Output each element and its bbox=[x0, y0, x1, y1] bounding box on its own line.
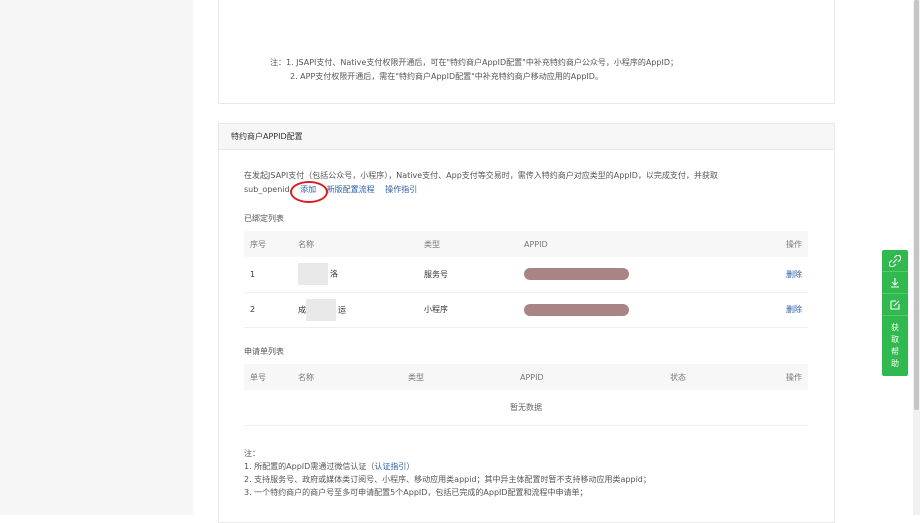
main-content: 注：1. JSAPI支付、Native支付权限开通后，可在"特约商户AppID配… bbox=[193, 0, 913, 523]
top-note: 注：1. JSAPI支付、Native支付权限开通后，可在"特约商户AppID配… bbox=[270, 56, 678, 84]
redacted-name bbox=[298, 263, 328, 286]
col-name: 名称 bbox=[298, 231, 424, 257]
vertical-scrollbar[interactable] bbox=[913, 0, 920, 515]
add-link[interactable]: 添加 bbox=[290, 181, 329, 203]
get-help-button[interactable]: 获 取 帮 助 bbox=[882, 316, 908, 376]
panel-description: 在发起JSAPI支付（包括公众号，小程序），Native支付、App支付等交易时… bbox=[244, 169, 804, 203]
col-type: 类型 bbox=[424, 231, 524, 257]
name-fragment: 洛 bbox=[330, 269, 338, 279]
col-type: 类型 bbox=[408, 364, 520, 390]
floating-toolbar: 获 取 帮 助 bbox=[882, 250, 908, 376]
help-char: 助 bbox=[891, 359, 899, 368]
help-char: 获 bbox=[891, 323, 899, 332]
description-line2: sub_openid 添加 新版配置流程 操作指引 bbox=[244, 181, 804, 203]
note-3: 3. 一个特约商户的商户号至多可申请配置5个AppID，包括已完成的AppID配… bbox=[244, 488, 588, 497]
col-index: 序号 bbox=[244, 231, 298, 257]
highlight-circle bbox=[290, 181, 329, 203]
help-char: 取 bbox=[891, 335, 899, 344]
apply-table: 单号 名称 类型 APPID 状态 操作 暂无数据 bbox=[244, 364, 808, 426]
link-button[interactable] bbox=[882, 250, 908, 272]
redacted-appid bbox=[524, 268, 629, 281]
top-note-line2: 2. APP支付权限开通后，需在"特约商户AppID配置"中补充特约商户移动应用… bbox=[290, 72, 603, 81]
row-appid bbox=[524, 292, 774, 328]
sub-openid-text: sub_openid bbox=[244, 185, 290, 194]
new-flow-link[interactable]: 新版配置流程 bbox=[327, 185, 375, 194]
apply-list-title: 申请单列表 bbox=[244, 347, 284, 356]
empty-state: 暂无数据 bbox=[244, 390, 808, 426]
note-2: 2. 支持服务号、政府或媒体类订阅号、小程序、移动应用类appid；其中异主体配… bbox=[244, 475, 651, 484]
help-char: 帮 bbox=[891, 347, 899, 356]
certification-guide-link[interactable]: 认证指引 bbox=[374, 462, 406, 471]
edit-icon bbox=[890, 299, 900, 310]
col-order-no: 单号 bbox=[244, 364, 298, 390]
name-fragment: 运 bbox=[338, 305, 346, 314]
bound-table: 序号 名称 类型 APPID 操作 1 洛 服务号 删除 2 成运 小程序 删除 bbox=[244, 231, 808, 328]
scrollbar-thumb[interactable] bbox=[914, 0, 919, 410]
delete-button[interactable]: 删除 bbox=[786, 305, 802, 314]
row-name: 成运 bbox=[298, 292, 424, 328]
empty-row: 暂无数据 bbox=[244, 390, 808, 426]
guide-link[interactable]: 操作指引 bbox=[385, 185, 417, 194]
row-action: 删除 bbox=[774, 292, 808, 328]
delete-button[interactable]: 删除 bbox=[786, 270, 802, 279]
left-sidebar-background bbox=[0, 0, 193, 515]
col-appid: APPID bbox=[524, 231, 774, 257]
description-line1: 在发起JSAPI支付（包括公众号，小程序），Native支付、App支付等交易时… bbox=[244, 171, 718, 180]
note-1-text: 1. 所配置的AppID需通过微信认证（ bbox=[244, 462, 375, 471]
note-1: 1. 所配置的AppID需通过微信认证（认证指引） bbox=[244, 460, 651, 473]
row-type: 服务号 bbox=[424, 257, 524, 293]
bound-list-title: 已绑定列表 bbox=[244, 214, 284, 223]
row-appid bbox=[524, 257, 774, 293]
col-appid: APPID bbox=[520, 364, 670, 390]
col-action: 操作 bbox=[774, 231, 808, 257]
redacted-appid bbox=[524, 303, 629, 316]
edit-button[interactable] bbox=[882, 294, 908, 316]
note-1-end: ） bbox=[406, 462, 415, 471]
download-icon bbox=[891, 277, 899, 288]
row-name: 洛 bbox=[298, 257, 424, 293]
table-row: 2 成运 小程序 删除 bbox=[244, 292, 808, 328]
top-note-line1: 注：1. JSAPI支付、Native支付权限开通后，可在"特约商户AppID配… bbox=[270, 58, 678, 67]
bottom-notes: 注： 1. 所配置的AppID需通过微信认证（认证指引） 2. 支持服务号、政府… bbox=[244, 447, 651, 499]
row-type: 小程序 bbox=[424, 292, 524, 328]
bound-table-header: 序号 名称 类型 APPID 操作 bbox=[244, 231, 808, 257]
table-row: 1 洛 服务号 删除 bbox=[244, 257, 808, 293]
panel-title: 特约商户APPID配置 bbox=[219, 124, 834, 150]
apply-table-header: 单号 名称 类型 APPID 状态 操作 bbox=[244, 364, 808, 390]
notes-head: 注： bbox=[244, 449, 260, 458]
row-action: 删除 bbox=[774, 257, 808, 293]
download-button[interactable] bbox=[882, 272, 908, 294]
appid-config-panel: 特约商户APPID配置 在发起JSAPI支付（包括公众号，小程序），Native… bbox=[218, 123, 835, 523]
redacted-name bbox=[306, 298, 336, 321]
link-icon bbox=[889, 254, 901, 267]
col-action: 操作 bbox=[760, 364, 808, 390]
row-index: 2 bbox=[244, 292, 298, 328]
col-status: 状态 bbox=[670, 364, 760, 390]
col-name: 名称 bbox=[298, 364, 408, 390]
row-index: 1 bbox=[244, 257, 298, 293]
name-fragment: 成 bbox=[298, 305, 306, 314]
top-card: 注：1. JSAPI支付、Native支付权限开通后，可在"特约商户AppID配… bbox=[218, 0, 835, 104]
